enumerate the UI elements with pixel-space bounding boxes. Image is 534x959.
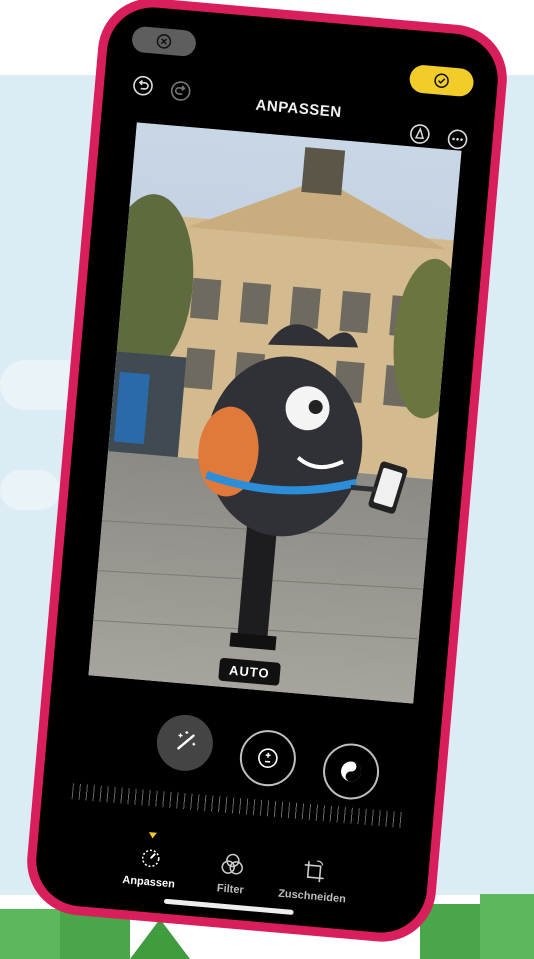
more-icon [447, 129, 468, 150]
brilliance-tool[interactable] [320, 741, 382, 802]
auto-enhance-tool[interactable] [154, 712, 216, 774]
tab-label: Zuschneiden [277, 887, 347, 906]
markup-pen-icon [410, 124, 430, 144]
close-circle-icon [156, 34, 172, 49]
exposure-tool[interactable] [237, 727, 299, 789]
tab-label: Filter [216, 882, 245, 897]
background-cloud [0, 470, 60, 510]
markup-button[interactable] [406, 120, 434, 148]
tab-zuschneiden[interactable]: Zuschneiden [274, 844, 352, 920]
active-tab-indicator [148, 832, 157, 839]
cancel-button[interactable] [130, 25, 197, 58]
plus-minus-icon [258, 748, 278, 768]
photo-image [88, 122, 462, 704]
checkmark-circle-icon [434, 73, 449, 88]
adjust-dial-icon [141, 849, 160, 868]
tab-anpassen[interactable]: Anpassen [111, 829, 189, 905]
photo-editor-screen: ANPASSEN AUTO Anpassen Filter Zuschneide… [32, 3, 502, 937]
crop-rotate-icon [304, 860, 324, 883]
magic-wand-icon [177, 730, 196, 750]
tab-label: Anpassen [121, 873, 176, 891]
filter-circles-icon [221, 853, 243, 875]
phone-frame: ANPASSEN AUTO Anpassen Filter Zuschneide… [22, 0, 512, 947]
yin-yang-icon [341, 761, 362, 782]
done-button[interactable] [408, 63, 475, 98]
tab-filter[interactable]: Filter [193, 836, 271, 912]
photo-preview[interactable] [88, 122, 462, 704]
